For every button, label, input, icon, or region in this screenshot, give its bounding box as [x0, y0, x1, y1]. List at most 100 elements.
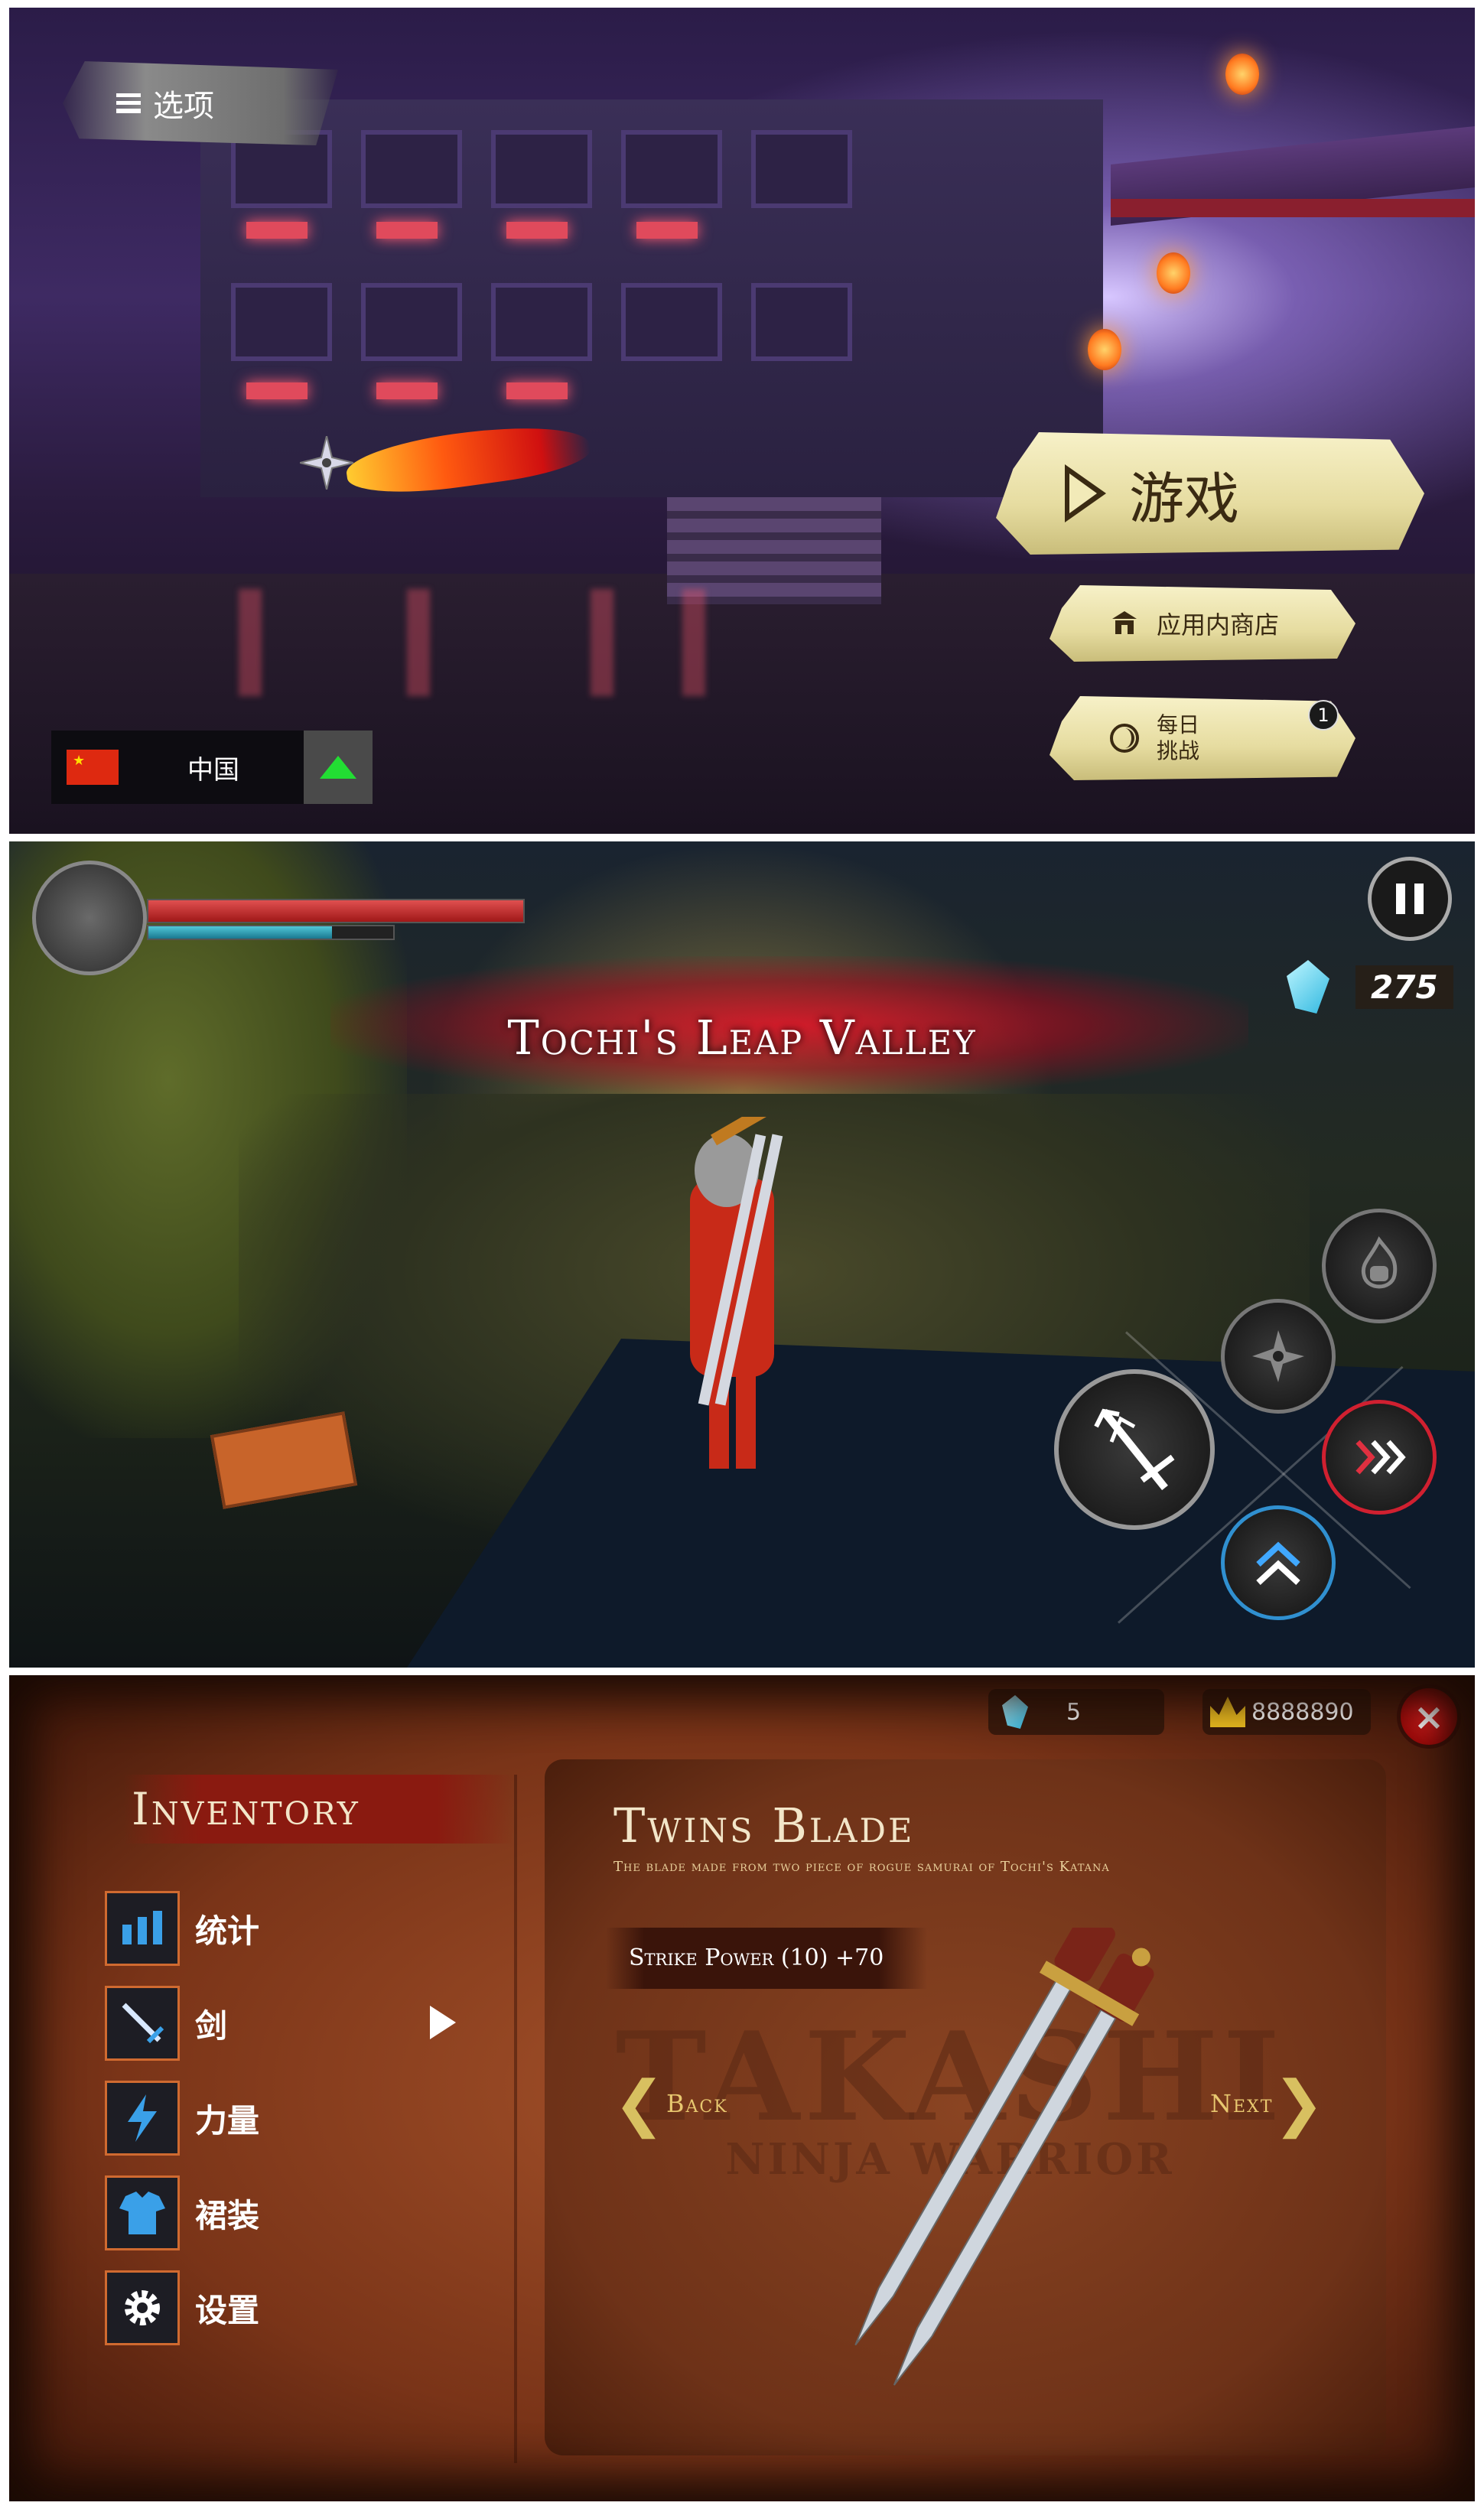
inventory-title: Inventory	[124, 1775, 514, 1844]
play-button[interactable]: 游戏	[996, 432, 1424, 555]
next-button[interactable]: Next ❯	[1210, 2073, 1326, 2134]
attack-button[interactable]	[1054, 1369, 1215, 1530]
menu-item-label: 设置	[195, 2291, 260, 2329]
menu-icon	[116, 93, 141, 113]
red-lamp	[246, 382, 308, 399]
gem-balance-value: 5	[1066, 1698, 1082, 1726]
light-reflection	[682, 589, 705, 696]
lantern	[1157, 252, 1190, 294]
menu-item-sword[interactable]: 剑	[105, 1984, 504, 2062]
lantern	[1088, 329, 1121, 370]
menu-item-stats[interactable]: 统计	[105, 1889, 504, 1967]
daily-challenge-label: 每日 挑战	[1157, 712, 1200, 763]
gem-count: 275	[1355, 965, 1453, 1009]
temple-window	[751, 130, 852, 208]
twins-blade-image	[854, 1928, 1154, 2386]
jump-button[interactable]	[1221, 1505, 1336, 1620]
menu-item-settings[interactable]: 设置	[105, 2269, 504, 2347]
gear-icon	[105, 2270, 180, 2345]
region-toggle-button[interactable]	[304, 731, 373, 804]
energy-bar	[147, 925, 395, 940]
light-reflection	[407, 589, 430, 696]
play-label: 游戏	[1129, 466, 1240, 531]
red-lamp	[636, 222, 698, 239]
temple-window	[491, 283, 592, 361]
temple-window	[361, 283, 462, 361]
menu-item-armor[interactable]: 裙装	[105, 2174, 504, 2252]
menu-item-label: 剑	[195, 2006, 228, 2045]
ninja-character	[690, 1117, 783, 1469]
close-icon: ×	[1413, 1696, 1445, 1739]
dash-chevrons-icon	[1355, 1440, 1406, 1475]
energy-fill	[148, 926, 332, 939]
shuriken-icon	[300, 436, 353, 490]
pause-button[interactable]	[1368, 857, 1452, 941]
temple-window	[361, 130, 462, 208]
next-label: Next	[1210, 2089, 1274, 2118]
back-button[interactable]: ❮ Back	[613, 2073, 728, 2134]
fire-skill-button[interactable]	[1322, 1209, 1437, 1323]
red-lamp	[376, 382, 438, 399]
pagoda-railing	[1111, 199, 1475, 217]
temple-window	[621, 283, 722, 361]
moon-clock-icon	[1108, 721, 1141, 755]
gameplay-screen: Tochi's Leap Valley 275	[9, 841, 1475, 1668]
pause-icon	[1391, 884, 1428, 914]
gem-counter: 275	[1287, 960, 1453, 1014]
player-avatar	[32, 861, 147, 975]
jump-chevrons-icon	[1256, 1541, 1300, 1585]
region-selector[interactable]: ★ 中国	[51, 731, 373, 804]
close-button[interactable]: ×	[1397, 1684, 1461, 1749]
shuriken-icon	[1252, 1330, 1304, 1382]
crystal-gem-icon	[1287, 960, 1329, 1014]
shuriken-skill-button[interactable]	[1221, 1299, 1336, 1414]
stats-bars-icon	[105, 1891, 180, 1966]
gem-balance: 5	[988, 1689, 1164, 1735]
region-name: 中国	[187, 754, 239, 786]
gold-balance: 8888890	[1202, 1689, 1371, 1735]
play-icon	[1065, 464, 1106, 522]
red-lamp	[506, 382, 568, 399]
menu-item-label: 裙装	[195, 2196, 260, 2234]
dash-button[interactable]	[1322, 1400, 1437, 1515]
right-bracket-icon: ❯	[1273, 2068, 1326, 2139]
selected-arrow-icon	[430, 2006, 456, 2039]
store-label: 应用内商店	[1157, 610, 1280, 639]
lightning-icon	[105, 2081, 180, 2156]
in-app-store-button[interactable]: 应用内商店	[1050, 585, 1355, 662]
sword-attack-icon	[1094, 1408, 1175, 1491]
red-lamp	[376, 222, 438, 239]
left-bracket-icon: ❮	[613, 2068, 667, 2139]
crystal-gem-icon	[1002, 1695, 1028, 1729]
options-button[interactable]: 选项	[63, 61, 338, 145]
temple-window	[231, 283, 332, 361]
light-reflection	[591, 589, 613, 696]
options-label: 选项	[153, 89, 214, 124]
gold-crown-icon	[1210, 1697, 1245, 1727]
health-fill	[148, 900, 523, 922]
armor-icon	[105, 2175, 180, 2250]
red-lamp	[506, 222, 568, 239]
health-bar	[147, 899, 525, 923]
divider	[514, 1775, 517, 2463]
china-flag-icon: ★	[67, 750, 119, 785]
fire-fist-icon	[1361, 1236, 1398, 1289]
menu-item-label: 力量	[195, 2101, 260, 2140]
title-screen: 选项 游戏 应用内商店 每日 挑战 1 ★ 中国	[9, 8, 1475, 834]
gold-balance-value: 8888890	[1251, 1698, 1354, 1726]
temple-window	[751, 283, 852, 361]
inventory-screen: TAKASHI NINJA WARRIOR 5 8888890 × Invent…	[9, 1675, 1475, 2501]
temple-window	[621, 130, 722, 208]
item-name: Twins Blade	[613, 1798, 915, 1853]
back-label: Back	[666, 2089, 728, 2118]
notification-badge: 1	[1308, 700, 1339, 731]
triangle-up-icon	[320, 756, 356, 779]
menu-item-power[interactable]: 力量	[105, 2079, 504, 2157]
light-reflection	[239, 589, 262, 696]
temple-window	[491, 130, 592, 208]
menu-item-label: 统计	[195, 1912, 260, 1950]
temple-stairs	[667, 497, 881, 604]
zone-title: Tochi's Leap Valley	[507, 1010, 977, 1066]
store-pagoda-icon	[1108, 607, 1141, 640]
red-lamp	[246, 222, 308, 239]
